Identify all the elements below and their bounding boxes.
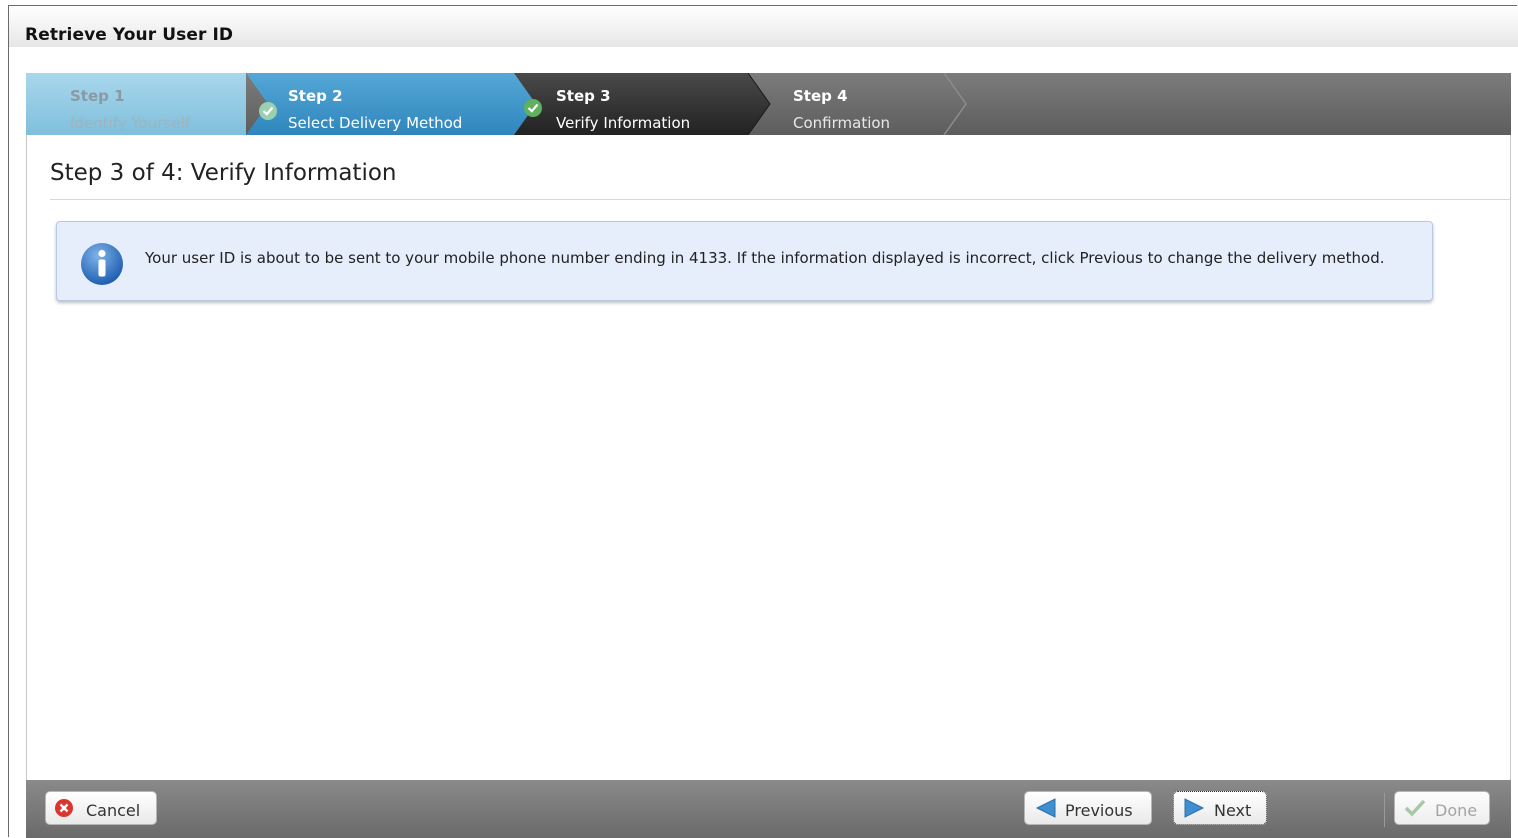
previous-button[interactable]: Previous: [1024, 791, 1152, 825]
step-1-name: Identify Yourself: [70, 114, 190, 132]
wizard-footer: [26, 780, 1511, 838]
dialog-titlebar: Retrieve Your User ID: [9, 6, 1518, 47]
previous-button-label: Previous: [1065, 801, 1133, 820]
step-4-name: Confirmation: [793, 114, 891, 132]
arrow-right-icon: [1184, 798, 1205, 818]
cancel-icon: [55, 799, 73, 817]
checkmark-icon: [1404, 799, 1426, 817]
done-button-label: Done: [1435, 801, 1478, 820]
step-3-number: Step 3: [556, 87, 611, 105]
arrow-left-icon: [1035, 798, 1056, 818]
wizard-step-4: Step 4 Confirmation: [748, 73, 944, 135]
done-button[interactable]: Done: [1394, 791, 1490, 825]
cancel-button-label: Cancel: [86, 801, 141, 820]
page-title: Step 3 of 4: Verify Information: [50, 160, 397, 186]
wizard-panel: [26, 73, 1511, 838]
dialog-title: Retrieve Your User ID: [25, 25, 234, 45]
wizard-step-2: Step 2 Select Delivery Method: [246, 73, 514, 135]
wizard-step-1: Step 1 Identify Yourself: [26, 73, 246, 135]
heading-divider: [50, 199, 1511, 200]
step-3-name: Verify Information: [556, 114, 691, 132]
step-2-number: Step 2: [288, 87, 343, 105]
info-icon: [81, 243, 123, 285]
step-4-number: Step 4: [793, 87, 848, 105]
wizard-steps-bar: Step 1 Identify Yourself Step 2 Select D…: [26, 73, 1511, 135]
cancel-button[interactable]: Cancel: [45, 791, 157, 825]
info-message-box: Your user ID is about to be sent to your…: [56, 221, 1433, 301]
wizard-step-3: Step 3 Verify Information: [514, 73, 748, 135]
toolbar-separator: [1384, 793, 1385, 827]
step-3-check-icon: [524, 99, 542, 117]
next-button-label: Next: [1214, 801, 1252, 820]
info-message-text: Your user ID is about to be sent to your…: [145, 249, 1385, 267]
step-2-name: Select Delivery Method: [288, 114, 463, 132]
step-1-number: Step 1: [70, 87, 125, 105]
next-button[interactable]: Next: [1173, 791, 1267, 825]
step-2-check-icon: [259, 102, 277, 120]
